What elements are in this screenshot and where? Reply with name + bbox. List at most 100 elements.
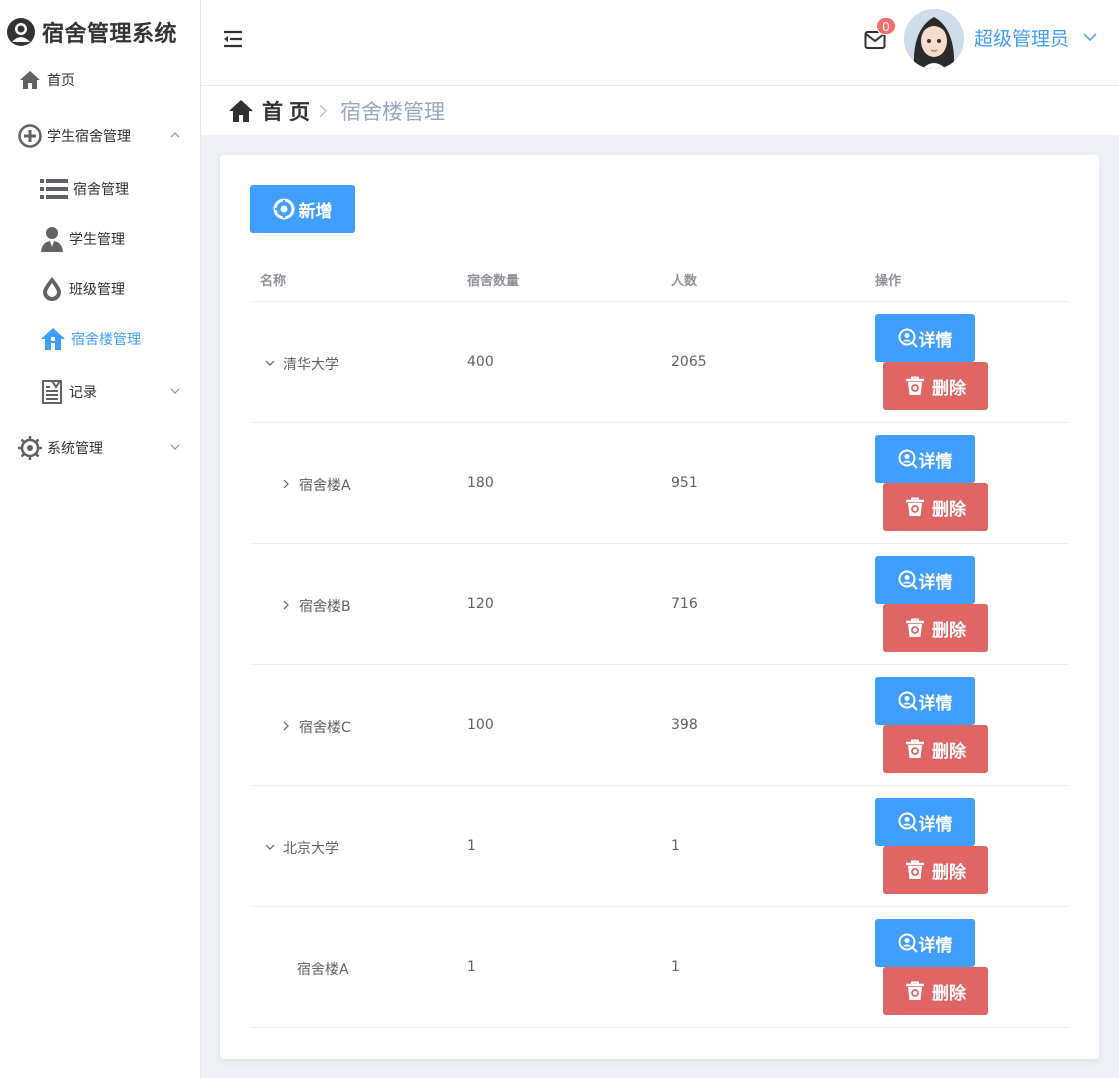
user-icon [40,227,64,252]
top-header: 0 超级管理员 [201,0,1119,86]
mail-badge: 0 [876,17,896,35]
gear-icon [18,436,42,460]
trash-icon [906,739,924,758]
breadcrumb: 首页 宿舍楼管理 [201,87,1119,135]
app-logo: 宿舍管理系统 [6,14,177,50]
detail-button-label: 详情 [918,330,953,351]
add-button[interactable]: 新增 [250,185,355,233]
row-dorm-count: 1 [467,838,476,854]
detail-button-label: 详情 [918,451,953,472]
user-search-icon [898,691,918,711]
row-dorm-count: 100 [467,717,494,733]
sidebar-item-label: 系统管理 [47,441,103,457]
sidebar: 宿舍管理系统 首页 学生宿舍管理 宿舍管理 学生管理 班级管理 宿舍楼管理 记录… [0,0,201,1078]
chevron-right-icon[interactable] [281,479,291,489]
avatar[interactable] [904,9,964,69]
row-people: 2065 [671,354,707,370]
compass-plus-icon [18,124,42,148]
detail-button[interactable]: 详情 [875,435,975,483]
chevron-right-icon [319,104,327,118]
sidebar-item-student-dorm[interactable]: 学生宿舍管理 [18,116,200,156]
breadcrumb-home[interactable]: 首页 [262,96,316,126]
row-dorm-count: 400 [467,354,494,370]
row-name: 宿舍楼A [299,478,351,494]
delete-button[interactable]: 删除 [883,846,988,894]
sidebar-item-classes[interactable]: 班级管理 [40,269,200,309]
row-name: 宿舍楼B [299,599,351,615]
row-divider [250,906,1069,907]
sidebar-item-buildings[interactable]: 宿舍楼管理 [40,319,200,359]
chevron-down-icon[interactable] [265,842,275,852]
chevron-down-icon[interactable] [265,358,275,368]
menu-fold-icon[interactable] [222,28,244,50]
delete-button-label: 删除 [932,378,966,399]
sidebar-item-home[interactable]: 首页 [18,60,218,100]
sidebar-item-label: 宿舍楼管理 [71,332,141,348]
sidebar-item-label: 学生管理 [69,232,125,248]
delete-button-label: 删除 [932,862,966,883]
delete-button[interactable]: 删除 [883,967,988,1015]
row-people: 951 [671,475,698,491]
add-circle-icon [273,198,294,220]
row-name: 北京大学 [283,841,339,857]
sidebar-item-records[interactable]: 记录 [40,372,200,412]
delete-button-label: 删除 [932,499,966,520]
chevron-up-icon [170,132,180,138]
sidebar-item-label: 班级管理 [69,282,125,298]
row-divider [250,785,1069,786]
chevron-right-icon[interactable] [281,600,291,610]
sidebar-item-label: 首页 [47,73,75,89]
detail-button[interactable]: 详情 [875,798,975,846]
row-name: 宿舍楼C [299,720,351,736]
detail-button[interactable]: 详情 [875,556,975,604]
chevron-right-icon[interactable] [281,721,291,731]
trash-icon [906,376,924,395]
sidebar-item-dorm[interactable]: 宿舍管理 [40,169,200,209]
row-divider [250,1027,1069,1028]
column-header-name: 名称 [260,274,287,289]
row-people: 716 [671,596,698,612]
chevron-down-icon [170,444,180,450]
detail-button[interactable]: 详情 [875,314,975,362]
row-name: 宿舍楼A [297,962,349,978]
delete-button-label: 删除 [932,741,966,762]
detail-button-label: 详情 [918,693,953,714]
chevron-down-icon [170,388,180,394]
delete-button-label: 删除 [932,983,966,1004]
delete-button[interactable]: 删除 [883,604,988,652]
row-dorm-count: 120 [467,596,494,612]
row-dorm-count: 1 [467,959,476,975]
row-divider [250,422,1069,423]
user-search-icon [898,812,918,832]
row-divider [250,543,1069,544]
column-header-people: 人数 [671,274,698,289]
row-people: 1 [671,959,680,975]
detail-button-label: 详情 [918,814,953,835]
detail-button-label: 详情 [918,935,953,956]
trash-icon [906,618,924,637]
detail-button-label: 详情 [918,572,953,593]
add-button-label: 新增 [298,201,333,222]
row-divider [250,301,1069,302]
delete-button[interactable]: 删除 [883,362,988,410]
detail-button[interactable]: 详情 [875,677,975,725]
sidebar-item-system[interactable]: 系统管理 [18,428,200,468]
home-icon [229,100,253,122]
user-search-icon [898,328,918,348]
logo-icon [7,18,35,46]
column-header-dorm-count: 宿舍数量 [467,274,520,289]
detail-button[interactable]: 详情 [875,919,975,967]
user-search-icon [898,449,918,469]
row-name: 清华大学 [283,357,339,373]
sidebar-item-label: 记录 [69,385,97,401]
user-name[interactable]: 超级管理员 [974,24,1069,51]
row-people: 1 [671,838,680,854]
sidebar-item-students[interactable]: 学生管理 [40,219,200,259]
trash-icon [906,981,924,1000]
user-search-icon [898,570,918,590]
delete-button[interactable]: 删除 [883,483,988,531]
sidebar-item-label: 宿舍管理 [73,182,129,198]
delete-button[interactable]: 删除 [883,725,988,773]
delete-button-label: 删除 [932,620,966,641]
chevron-down-icon[interactable] [1083,32,1097,42]
